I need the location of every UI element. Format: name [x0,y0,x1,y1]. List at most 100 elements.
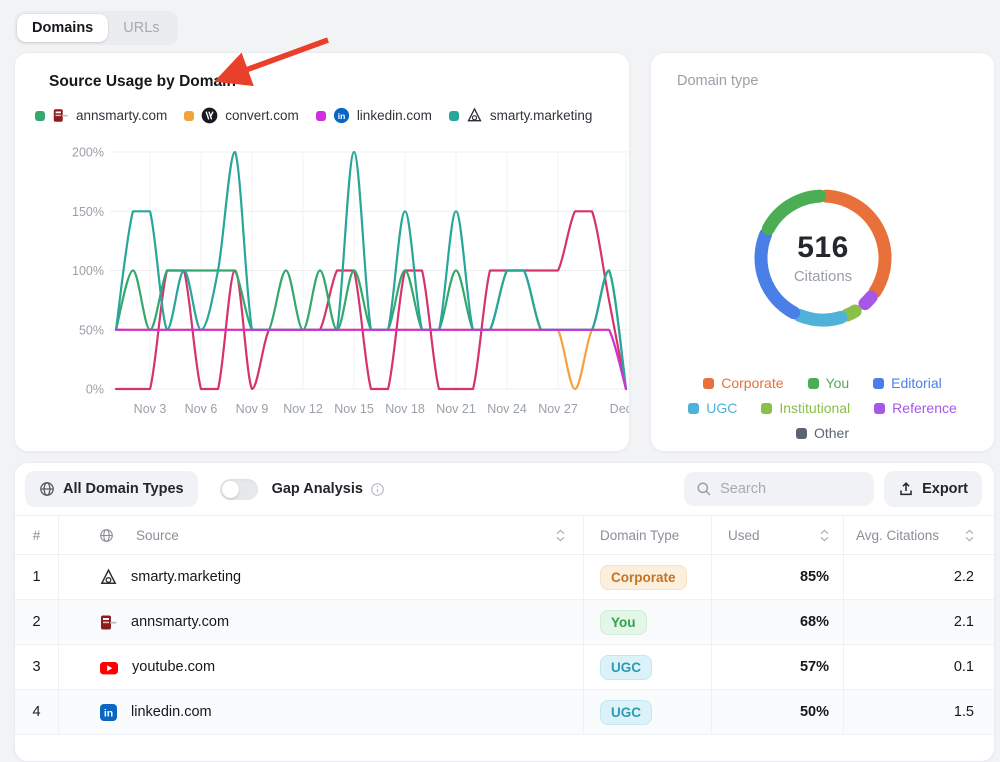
source-domain: linkedin.com [131,704,212,720]
legend-label: Other [814,425,849,441]
svg-text:50%: 50% [79,323,104,337]
legend-label: Editorial [891,375,942,391]
tab-urls[interactable]: URLs [108,14,174,42]
legend-swatch [796,428,807,439]
donut-legend-item-you[interactable]: You [808,375,850,391]
globe-icon [39,481,55,497]
svg-text:Nov 24: Nov 24 [487,402,527,416]
legend-swatch [184,111,194,121]
header-avg-citations[interactable]: Avg. Citations [844,516,994,554]
export-icon [898,481,914,497]
table-row[interactable]: 4 in linkedin.com UGC 50% 1.5 [15,690,994,735]
youtube-favicon [99,658,119,677]
convert-favicon [201,107,218,124]
table-row[interactable]: 3 youtube.com UGC 57% 0.1 [15,645,994,690]
legend-label: You [826,375,850,391]
svg-text:in: in [338,111,346,121]
annsmarty-favicon [52,107,69,124]
used-value: 50% [800,704,829,720]
donut-legend: Corporate You Editorial UGC Institutional Ref… [651,375,994,441]
avg-citations-value: 1.5 [954,704,974,720]
tab-domains[interactable]: Domains [17,14,108,42]
donut-legend-item-reference[interactable]: Reference [874,400,957,416]
legend-item-annsmarty-com[interactable]: annsmarty.com [35,107,167,124]
usage-chart-legend: annsmarty.com convert.com in linkedin.com sm… [35,107,629,124]
row-number: 1 [15,555,59,599]
all-domain-types-button[interactable]: All Domain Types [25,471,198,507]
table-header-row: # Source Domain Type Used [15,515,994,555]
domain-type-badge: Corporate [600,565,687,590]
legend-label: Corporate [721,375,783,391]
linkedin-favicon: in [99,703,118,722]
usage-card-title: Source Usage by Domain [49,73,629,91]
avg-citations-value: 2.1 [954,614,974,630]
svg-text:200%: 200% [72,146,104,160]
donut-legend-item-editorial[interactable]: Editorial [873,375,942,391]
source-domain: annsmarty.com [131,614,229,630]
svg-text:Nov 21: Nov 21 [436,402,476,416]
used-value: 57% [800,659,829,675]
row-number: 3 [15,645,59,689]
avg-citations-value: 2.2 [954,569,974,585]
legend-swatch [316,111,326,121]
view-tabs: Domains URLs [14,11,178,45]
usage-line-chart: 0%50%100%150%200%Nov 3Nov 6Nov 9Nov 12No… [44,141,630,426]
legend-swatch [873,378,884,389]
smarty-marketing-favicon [99,568,118,587]
used-value: 85% [800,569,829,585]
svg-text:Nov 9: Nov 9 [236,402,269,416]
donut-legend-item-other[interactable]: Other [796,425,849,441]
legend-label: linkedin.com [357,108,432,123]
legend-swatch [688,403,699,414]
svg-text:100%: 100% [72,264,104,278]
header-used[interactable]: Used [712,516,844,554]
export-button[interactable]: Export [884,471,982,507]
used-value: 68% [800,614,829,630]
gap-analysis-toggle[interactable] [220,479,258,500]
legend-item-convert-com[interactable]: convert.com [184,107,299,124]
smarty-favicon [466,107,483,124]
annsmarty-favicon [99,613,118,632]
domain-type-badge: UGC [600,655,652,680]
legend-label: UGC [706,400,737,416]
donut-legend-item-ugc[interactable]: UGC [688,400,737,416]
domain-card-title: Domain type [677,73,994,89]
source-domain: smarty.marketing [131,569,241,585]
legend-label: smarty.marketing [490,108,593,123]
info-icon[interactable] [370,482,385,497]
svg-text:in: in [104,707,113,719]
domain-type-badge: UGC [600,700,652,725]
domain-type-card: Domain type 516 Citations Corporate You Ed… [650,52,995,452]
search-box[interactable] [684,472,874,506]
source-usage-card: Source Usage by Domain annsmarty.com conv… [14,52,630,452]
filter-button-label: All Domain Types [63,481,184,497]
legend-item-smarty-marketing[interactable]: smarty.marketing [449,107,593,124]
table-row[interactable]: 1 smarty.marketing Corporate 85% 2.2 [15,555,994,600]
source-domain: youtube.com [132,659,215,675]
citations-total-label: Citations [794,268,852,285]
svg-text:Nov 15: Nov 15 [334,402,374,416]
table-row[interactable]: 2 annsmarty.com You 68% 2.1 [15,600,994,645]
sort-icon[interactable] [820,529,829,542]
legend-label: annsmarty.com [76,108,167,123]
legend-swatch [703,378,714,389]
donut-legend-item-corporate[interactable]: Corporate [703,375,783,391]
legend-label: convert.com [225,108,299,123]
citations-total: 516 [797,231,849,265]
sort-icon[interactable] [965,529,974,542]
sources-table-card: All Domain Types Gap Analysis [14,462,995,762]
search-input[interactable] [720,481,862,497]
svg-text:150%: 150% [72,205,104,219]
linkedin-favicon: in [333,107,350,124]
legend-label: Reference [892,400,957,416]
legend-swatch [874,403,885,414]
legend-item-linkedin-com[interactable]: in linkedin.com [316,107,432,124]
donut-legend-item-institutional[interactable]: Institutional [761,400,850,416]
header-source[interactable]: Source [59,516,584,554]
table-controls: All Domain Types Gap Analysis [15,463,994,515]
sort-icon[interactable] [556,529,565,542]
svg-text:Dec 1: Dec 1 [610,402,630,416]
svg-text:Nov 12: Nov 12 [283,402,323,416]
globe-icon [99,528,114,543]
row-number: 4 [15,690,59,734]
